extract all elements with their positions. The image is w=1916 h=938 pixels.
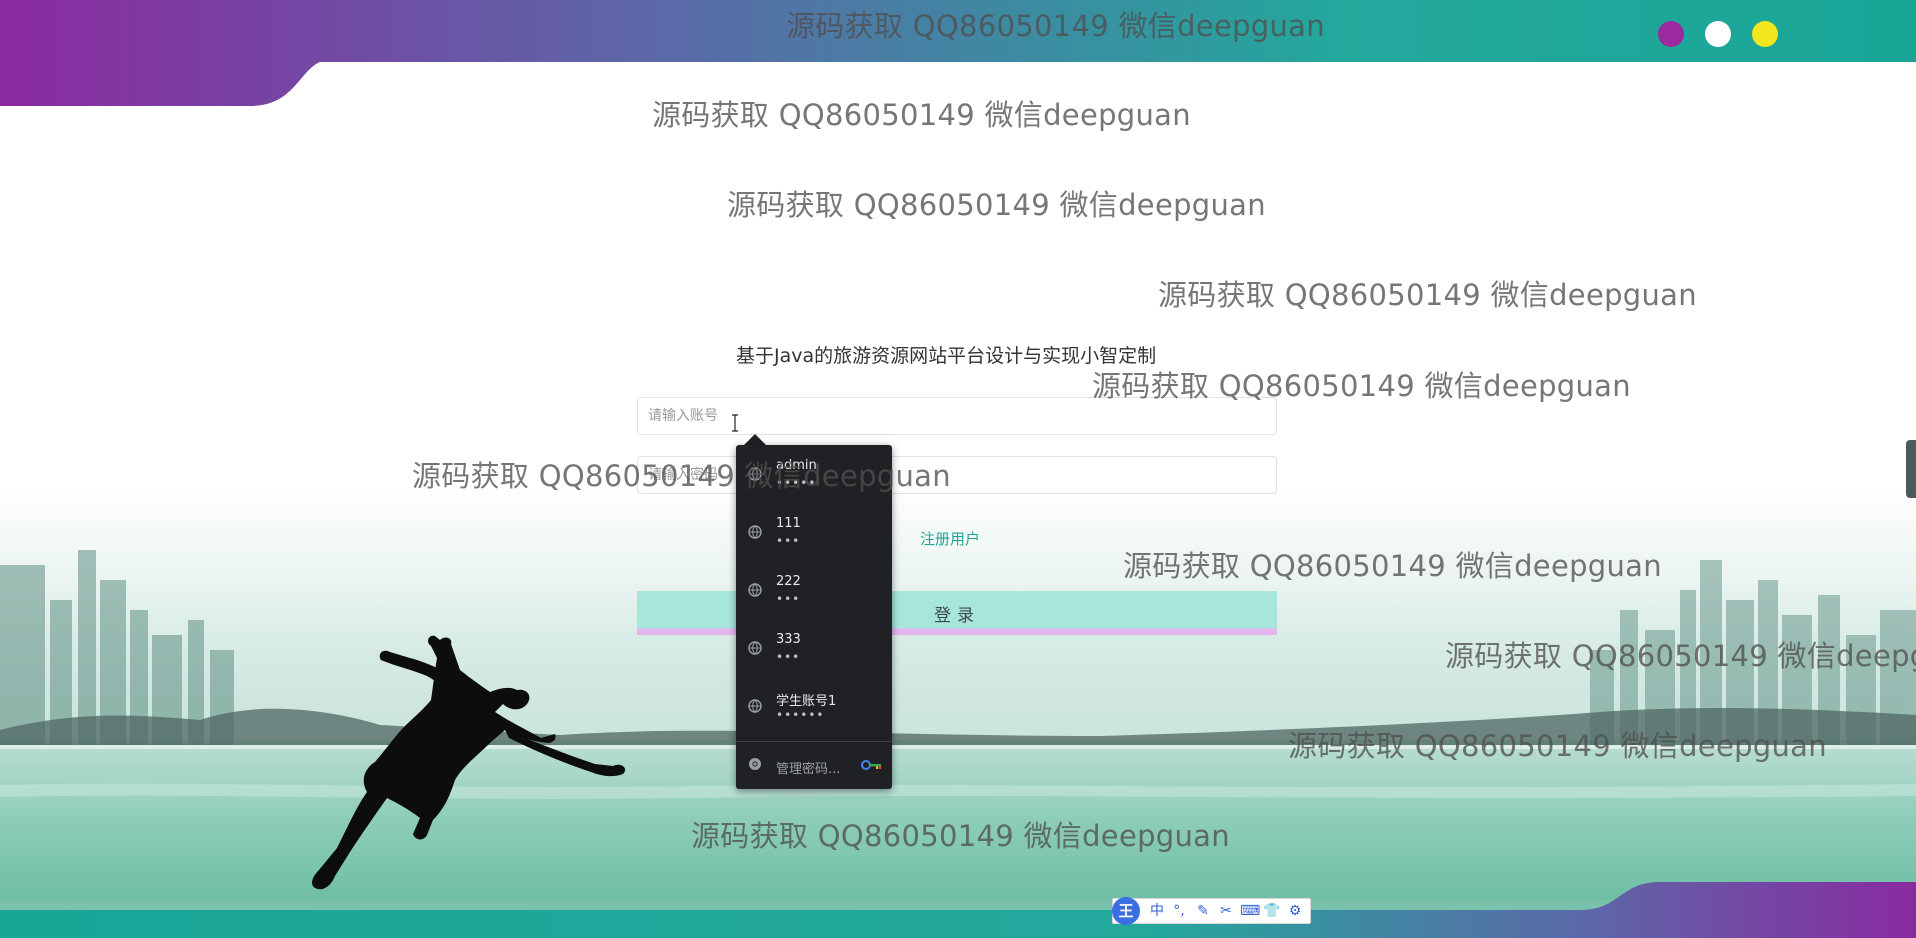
ime-mode-icon[interactable]: 中	[1148, 902, 1166, 920]
globe-icon	[748, 525, 762, 539]
register-link[interactable]: 注册用户	[920, 528, 980, 549]
chrome-icon	[749, 758, 761, 770]
autofill-item[interactable]: 111 •••	[736, 505, 892, 563]
globe-icon	[748, 467, 762, 481]
watermark-text: 源码获取 QQ86050149 微信deepguan	[727, 188, 1266, 222]
autofill-dropdown: admin ••••• 111 ••• 222 ••• 333 ••• 学生账号…	[736, 445, 892, 789]
gear-icon[interactable]: ⚙	[1286, 902, 1304, 920]
globe-icon	[748, 641, 762, 655]
text-cursor-icon	[732, 414, 738, 432]
white-dot[interactable]	[1705, 21, 1731, 47]
yellow-dot[interactable]	[1752, 21, 1778, 47]
autofill-item[interactable]: 333 •••	[736, 621, 892, 679]
autofill-item[interactable]: 学生账号1 ••••••	[736, 679, 892, 737]
autofill-username: 学生账号1	[776, 694, 837, 709]
password-input[interactable]	[638, 457, 1276, 493]
globe-icon	[748, 699, 762, 713]
side-drawer-handle[interactable]	[1906, 440, 1916, 498]
bottom-banner	[0, 882, 1916, 938]
autofill-item[interactable]: 222 •••	[736, 563, 892, 621]
globe-icon	[748, 583, 762, 597]
autofill-username: 222	[776, 574, 801, 589]
google-key-icon	[861, 760, 882, 770]
manage-passwords-item[interactable]: 管理密码...	[736, 743, 892, 787]
manage-passwords-label: 管理密码...	[776, 762, 841, 777]
login-page: 源码获取 QQ86050149 微信deepguan 源码获取 QQ860501…	[0, 0, 1916, 938]
autofill-password-mask: •••	[776, 592, 801, 606]
runner-silhouette	[312, 635, 626, 890]
login-button[interactable]: 登录	[637, 591, 1277, 635]
keyboard-icon[interactable]: ⌨	[1240, 902, 1260, 920]
autofill-username: 111	[776, 516, 801, 531]
pen-icon[interactable]: ✎	[1194, 902, 1212, 920]
page-title: 基于Java的旅游资源网站平台设计与实现小智定制	[736, 345, 1157, 367]
scissors-icon[interactable]: ✂	[1217, 902, 1235, 920]
purple-dot[interactable]	[1658, 21, 1684, 47]
autofill-password-mask: •••	[776, 534, 801, 548]
autofill-pointer	[744, 434, 766, 445]
watermark-text: 源码获取 QQ86050149 微信deepguan	[1158, 278, 1697, 312]
autofill-divider	[736, 741, 892, 742]
autofill-username: 333	[776, 632, 801, 647]
ime-punctuation-icon[interactable]: °,	[1170, 902, 1188, 920]
autofill-password-mask: ••••••	[776, 708, 825, 722]
password-field[interactable]	[637, 456, 1277, 494]
autofill-username: admin	[776, 458, 817, 473]
autofill-password-mask: •••	[776, 650, 801, 664]
ime-logo[interactable]: 王	[1112, 897, 1140, 925]
autofill-item[interactable]: admin •••••	[736, 447, 892, 505]
top-curve-decoration	[0, 0, 1916, 106]
skin-icon[interactable]: 👕	[1263, 902, 1281, 920]
autofill-password-mask: •••••	[776, 476, 817, 490]
